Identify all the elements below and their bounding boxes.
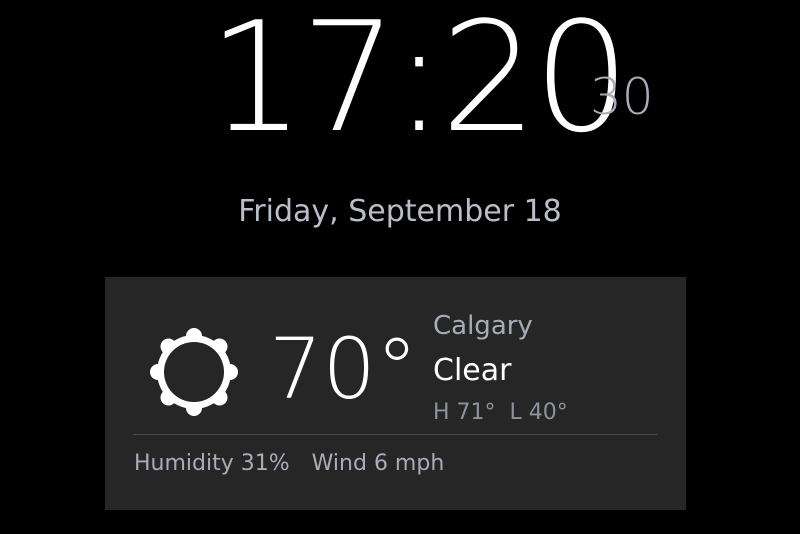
divider bbox=[133, 434, 657, 435]
temperature: 70° bbox=[269, 320, 418, 418]
clock-seconds: 30 bbox=[590, 68, 654, 126]
high-temperature: H 71° bbox=[433, 400, 496, 425]
city-name: Calgary bbox=[433, 311, 533, 341]
weather-card[interactable]: 70° Calgary Clear H 71° L 40° Humidity 31… bbox=[105, 277, 686, 510]
clock-screen: 17:20 30 Friday, September 18 70° Calgar… bbox=[0, 0, 800, 534]
low-temperature: L 40° bbox=[509, 400, 568, 425]
clock: 17:20 30 bbox=[0, 0, 800, 160]
wind: Wind 6 mph bbox=[311, 451, 445, 476]
sun-icon bbox=[149, 327, 239, 417]
weather-condition: Clear bbox=[433, 353, 512, 388]
date-label: Friday, September 18 bbox=[238, 194, 562, 229]
clock-time: 17:20 bbox=[208, 0, 630, 166]
humidity: Humidity 31% bbox=[134, 451, 290, 476]
weather-details: Humidity 31% Wind 6 mph bbox=[134, 449, 444, 479]
high-low: H 71° L 40° bbox=[433, 398, 568, 428]
